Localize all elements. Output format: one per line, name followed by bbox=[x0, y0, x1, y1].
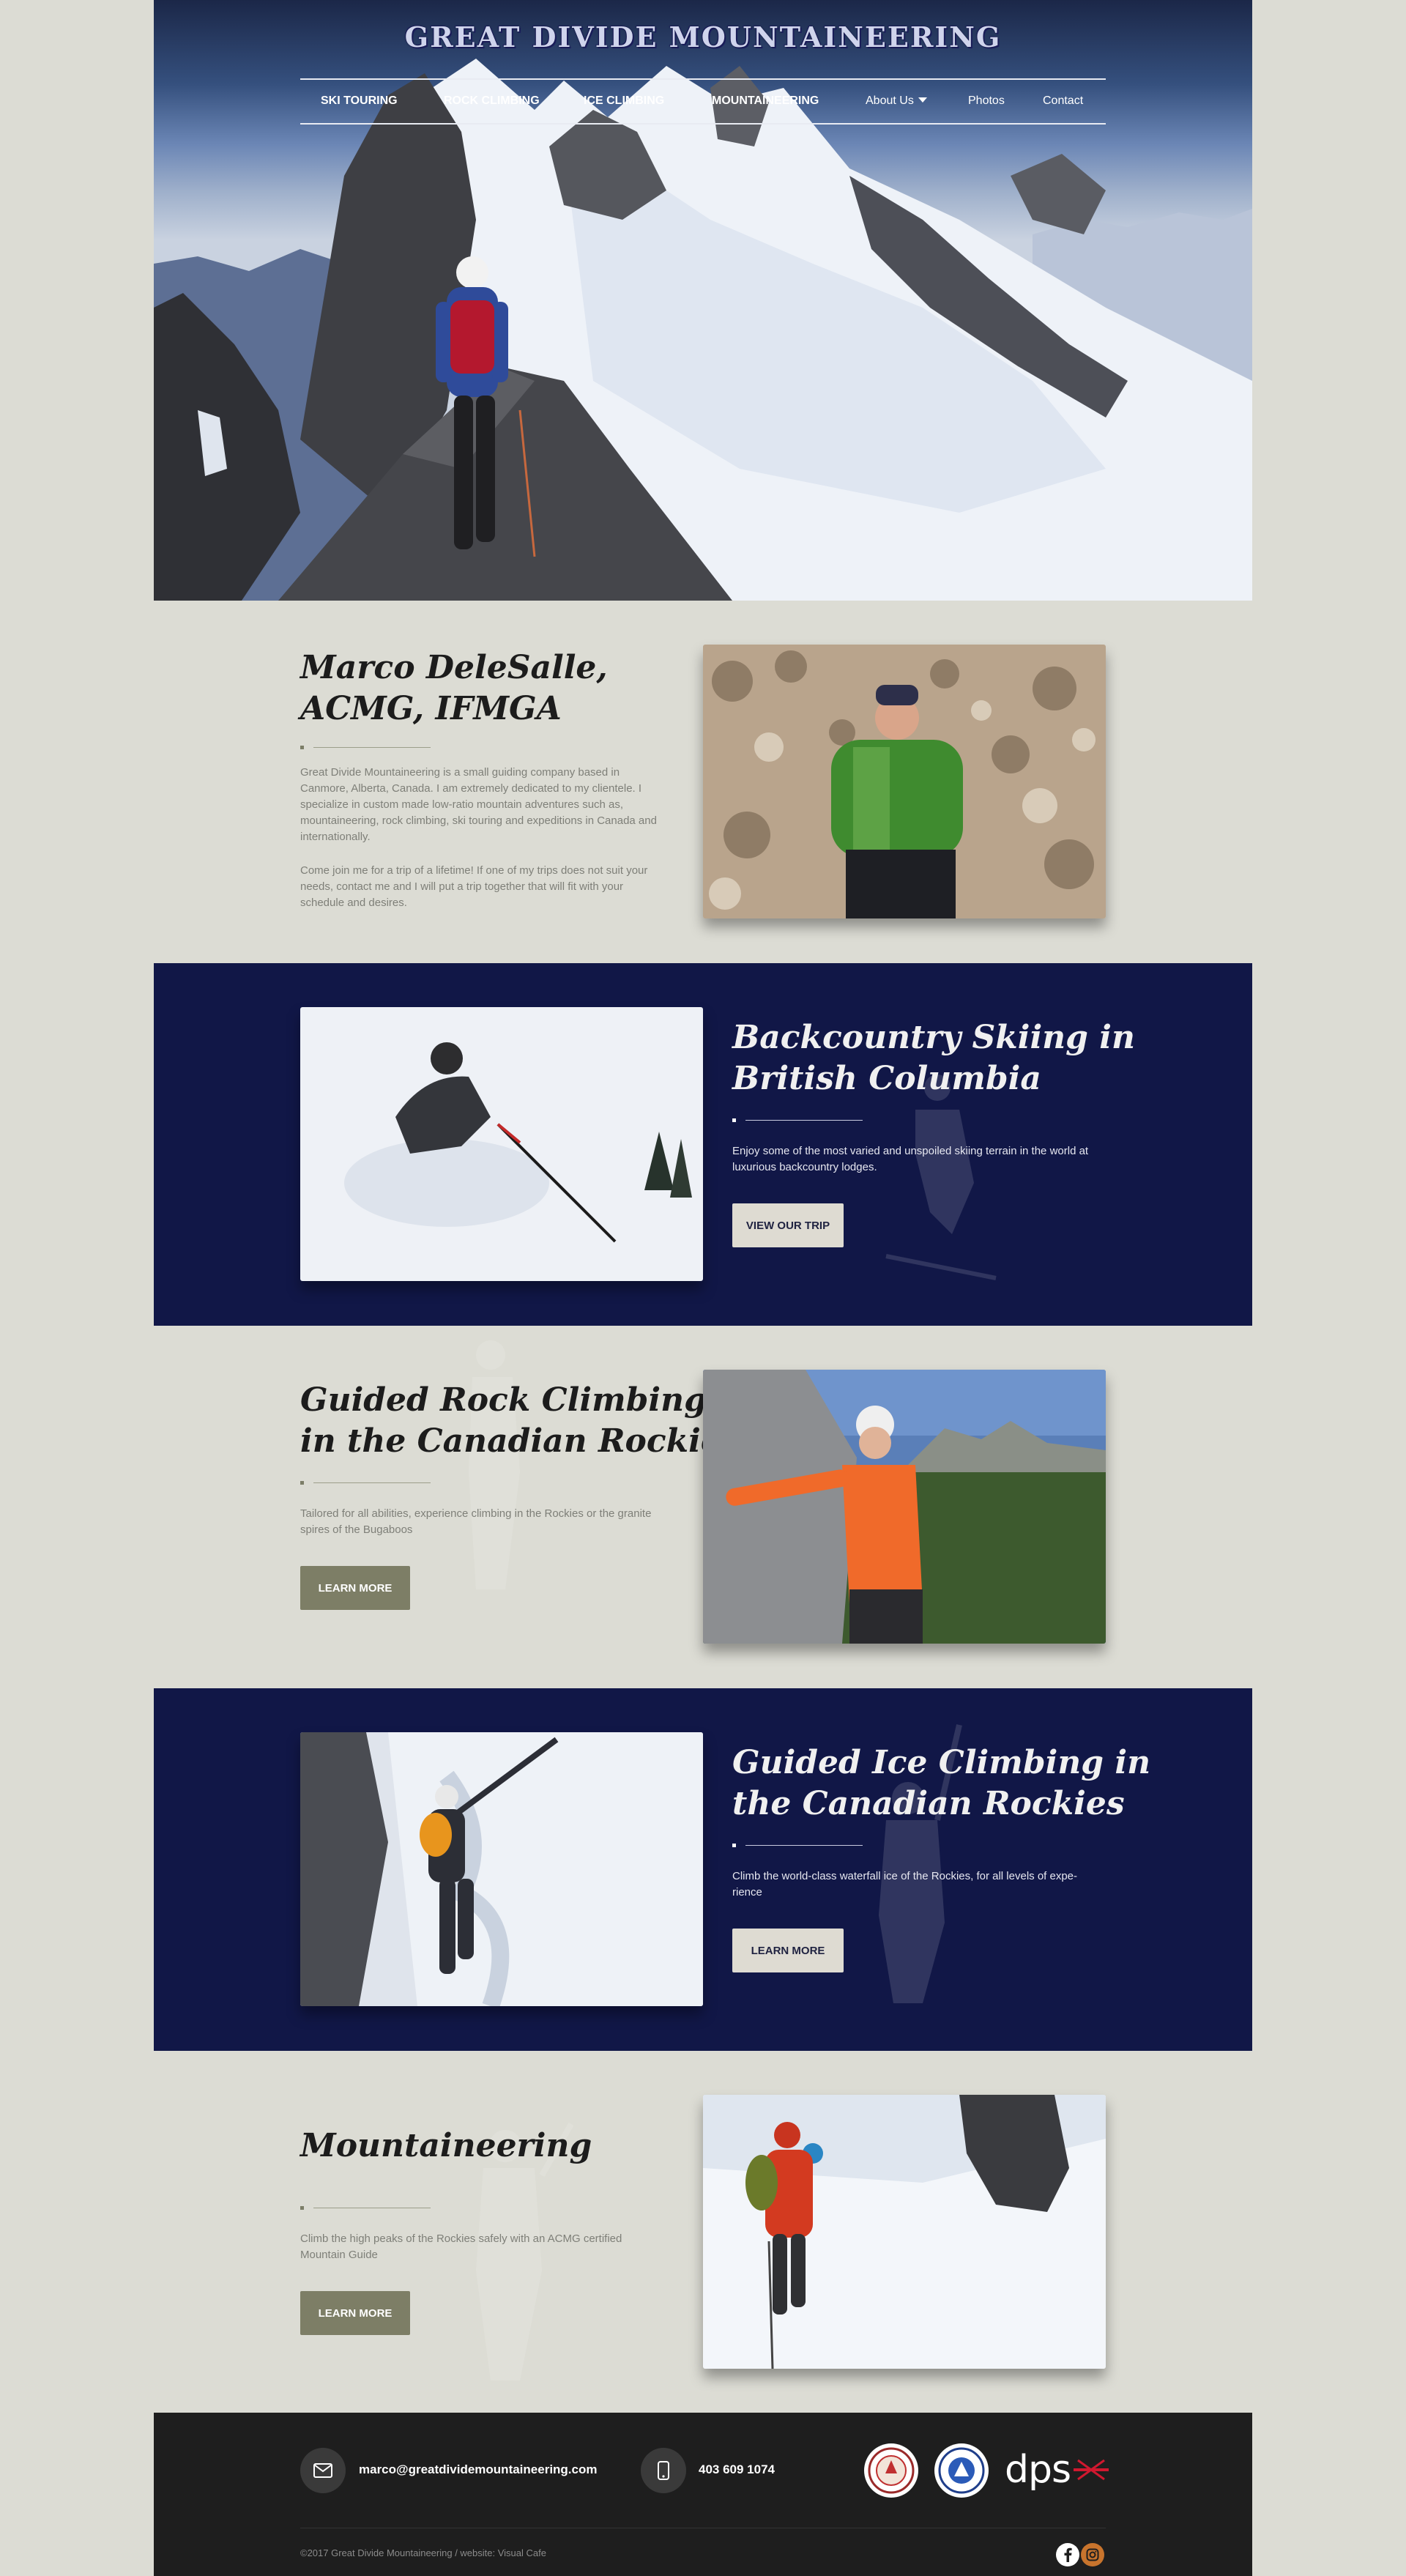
footer-phone-link[interactable]: 403 609 1074 bbox=[699, 2462, 775, 2477]
mountaineering-heading: Mountaineering bbox=[300, 2127, 592, 2164]
nav-item-photos[interactable]: Photos bbox=[968, 94, 1005, 108]
skiing-heading-line2: British Columbia bbox=[732, 1060, 1041, 1097]
rock-heading-line1: Guided Rock Climbing bbox=[300, 1381, 707, 1419]
page: GREAT DIVIDE MOUNTAINEERING SKI TOURING … bbox=[154, 0, 1252, 2576]
dps-logo-text: dps bbox=[1005, 2448, 1071, 2492]
about-section: Marco DeleSalle, ACMG, IFMGA Great Divid… bbox=[154, 601, 1252, 963]
main-nav: SKI TOURING ROCK CLIMBING ICE CLIMBING M… bbox=[300, 78, 1106, 125]
about-heading-line1: Marco DeleSalle, bbox=[300, 649, 608, 686]
rock-climber-silhouette bbox=[469, 1340, 520, 1589]
dps-logo: dps bbox=[1005, 2451, 1109, 2489]
nav-item-mountaineering[interactable]: MOUNTAINEERING bbox=[712, 94, 819, 108]
acmg-badge-logo bbox=[864, 2443, 918, 2498]
about-paragraph-1: Great Divide Mountaineering is a small g… bbox=[300, 766, 657, 843]
nav-item-ice-climbing[interactable]: ICE CLIMBING bbox=[584, 94, 664, 108]
skiing-heading: Backcountry Skiing in British Columbia bbox=[732, 1017, 1135, 1099]
envelope-icon bbox=[300, 2448, 346, 2493]
about-heading: Marco DeleSalle, ACMG, IFMGA bbox=[300, 647, 608, 730]
view-our-trip-button[interactable]: VIEW OUR TRIP bbox=[732, 1203, 844, 1247]
footer-email-link[interactable]: marco@greatdividemountaineering.com bbox=[359, 2462, 597, 2477]
about-divider bbox=[300, 746, 431, 749]
footer: marco@greatdividemountaineering.com 403 … bbox=[154, 2413, 1252, 2576]
ice-divider bbox=[732, 1844, 863, 1847]
guide-portrait-photo bbox=[703, 645, 1106, 918]
ice-heading-line2: the Canadian Rockies bbox=[732, 1785, 1125, 1822]
facebook-icon[interactable] bbox=[1056, 2543, 1079, 2566]
rock-divider bbox=[300, 1481, 431, 1485]
caret-down-icon bbox=[918, 97, 927, 103]
mountaineering-section: Mountaineering Climb the high peaks of t… bbox=[154, 2051, 1252, 2413]
dps-logo-mark bbox=[1074, 2459, 1109, 2481]
rock-heading: Guided Rock Climbing in the Canadian Roc… bbox=[300, 1380, 740, 1462]
nav-item-about-us-label: About Us bbox=[866, 94, 914, 107]
nav-item-ski-touring[interactable]: SKI TOURING bbox=[321, 94, 398, 108]
hero-banner: GREAT DIVIDE MOUNTAINEERING SKI TOURING … bbox=[154, 0, 1252, 601]
skiing-text: Enjoy some of the most varied and unspoi… bbox=[732, 1145, 1089, 1173]
nav-item-contact[interactable]: Contact bbox=[1043, 94, 1083, 108]
mountaineering-learn-more-button[interactable]: LEARN MORE bbox=[300, 2291, 410, 2335]
backcountry-skiing-photo bbox=[300, 1007, 703, 1281]
nav-item-about-us[interactable]: About Us bbox=[866, 94, 927, 108]
mountaineering-text: Climb the high peaks of the Rockies safe… bbox=[300, 2232, 622, 2261]
ice-heading-line1: Guided Ice Climbing in bbox=[732, 1744, 1151, 1781]
about-heading-line2: ACMG, IFMGA bbox=[300, 690, 562, 727]
ice-climbing-photo bbox=[300, 1732, 703, 2006]
ice-text: Climb the world-class waterfall ice of t… bbox=[732, 1870, 1078, 1898]
rock-learn-more-button[interactable]: LEARN MORE bbox=[300, 1566, 410, 1610]
about-paragraph-2: Come join me for a trip of a lifetime! I… bbox=[300, 864, 648, 909]
footer-copyright: ©2017 Great Divide Mountaineering / webs… bbox=[300, 2547, 546, 2558]
mountaineering-photo bbox=[703, 2095, 1106, 2369]
skiing-heading-line1: Backcountry Skiing in bbox=[732, 1019, 1135, 1056]
rock-heading-line2: in the Canadian Rockies bbox=[300, 1422, 740, 1460]
rock-climbing-section: Guided Rock Climbing in the Canadian Roc… bbox=[154, 1326, 1252, 1688]
rock-climbing-photo bbox=[703, 1370, 1106, 1644]
ice-learn-more-button[interactable]: LEARN MORE bbox=[732, 1929, 844, 1972]
ice-heading: Guided Ice Climbing in the Canadian Rock… bbox=[732, 1742, 1150, 1825]
ifmga-badge-logo bbox=[934, 2443, 989, 2498]
nav-item-rock-climbing[interactable]: ROCK CLIMBING bbox=[444, 94, 540, 108]
site-title[interactable]: GREAT DIVIDE MOUNTAINEERING bbox=[154, 21, 1252, 53]
rock-text: Tailored for all abilities, experience c… bbox=[300, 1507, 652, 1536]
ice-climbing-section: Guided Ice Climbing in the Canadian Rock… bbox=[154, 1688, 1252, 2051]
skiing-divider bbox=[732, 1118, 863, 1122]
mountaineering-divider bbox=[300, 2206, 431, 2210]
phone-icon bbox=[641, 2448, 686, 2493]
skiing-section: Backcountry Skiing in British Columbia E… bbox=[154, 963, 1252, 1326]
instagram-icon[interactable] bbox=[1081, 2543, 1104, 2566]
